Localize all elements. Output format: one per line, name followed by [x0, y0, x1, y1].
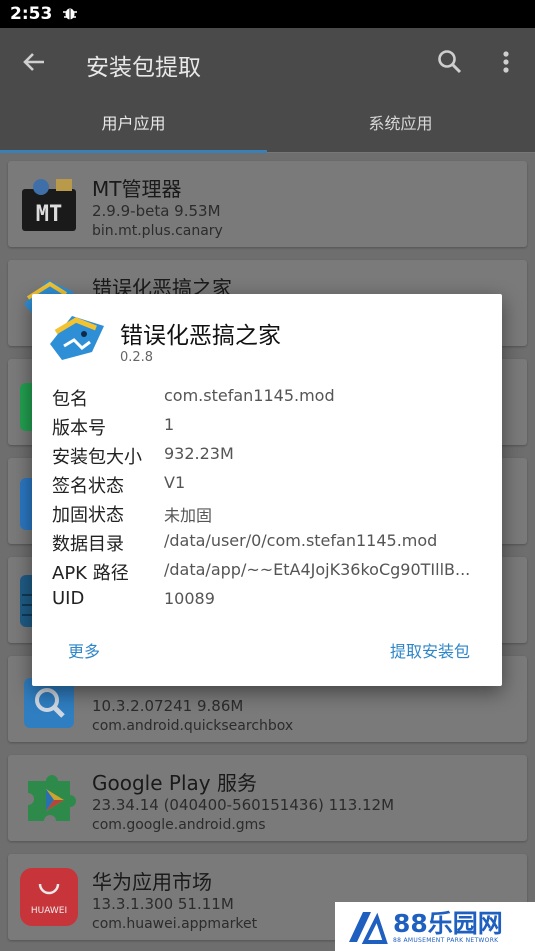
huawei-appgallery-icon: HUAWEI: [20, 868, 78, 926]
info-key: 数据目录: [52, 534, 124, 555]
app-version: 2.9.9-beta 9.53M: [92, 202, 221, 220]
huawei-icon-text: HUAWEI: [31, 906, 67, 916]
info-row-data-dir: 数据目录 /data/user/0/com.stefan1145.mod: [52, 530, 492, 559]
watermark: 88乐园网 88 AMUSEMENT PARK NETWORK: [335, 902, 535, 951]
app-package: bin.mt.plus.canary: [92, 223, 223, 239]
info-value[interactable]: com.stefan1145.mod: [164, 386, 484, 405]
extract-apk-button[interactable]: 提取安装包: [390, 638, 470, 662]
app-version: 13.3.1.300 51.11M: [92, 895, 234, 913]
info-key: 包名: [52, 389, 88, 410]
info-value[interactable]: 10089: [164, 589, 484, 608]
app-name: Google Play 服务: [92, 771, 257, 795]
app-version: 23.34.14 (040400-560151436) 113.12M: [92, 796, 395, 814]
mt-manager-icon: MT: [20, 175, 78, 233]
info-value[interactable]: /data/app/~~EtA4JojK36koCg90TIllB...: [164, 560, 484, 579]
info-row-version-code: 版本号 1: [52, 414, 492, 443]
info-value[interactable]: 932.23M: [164, 444, 484, 463]
info-value[interactable]: 1: [164, 415, 484, 434]
info-row-uid: UID 10089: [52, 588, 492, 617]
info-key: 安装包大小: [52, 447, 142, 468]
google-play-services-icon: [20, 769, 78, 827]
tab-system-apps[interactable]: 系统应用: [267, 96, 534, 152]
app-info-dialog: 错误化恶搞之家 0.2.8 包名 com.stefan1145.mod 版本号 …: [32, 294, 502, 686]
info-value[interactable]: 未加固: [164, 502, 484, 526]
app-name: 华为应用市场: [92, 870, 212, 894]
info-value[interactable]: /data/user/0/com.stefan1145.mod: [164, 531, 484, 550]
tab-bar: 用户应用 系统应用: [0, 96, 535, 152]
tab-user-apps[interactable]: 用户应用: [0, 96, 267, 152]
search-icon[interactable]: [434, 46, 466, 78]
info-key: 加固状态: [52, 505, 124, 526]
list-item[interactable]: Google Play 服务 23.34.14 (040400-56015143…: [8, 755, 527, 841]
more-button[interactable]: 更多: [68, 638, 100, 662]
info-key: 签名状态: [52, 476, 124, 497]
status-time: 2:53: [10, 4, 53, 24]
dialog-app-name: 错误化恶搞之家: [120, 323, 281, 349]
svg-text:MT: MT: [36, 202, 63, 227]
page-title: 安装包提取: [86, 55, 201, 81]
info-row-apk-size: 安装包大小 932.23M: [52, 443, 492, 472]
info-row-signature: 签名状态 V1: [52, 472, 492, 501]
arrow-back-icon[interactable]: [18, 46, 50, 78]
app-package: com.android.quicksearchbox: [92, 718, 294, 734]
app-version: 10.3.2.07241 9.86M: [92, 697, 244, 715]
bug-icon: [62, 4, 78, 24]
info-key: APK 路径: [52, 563, 129, 584]
dialog-app-version: 0.2.8: [120, 350, 154, 365]
info-key: UID: [52, 588, 85, 609]
app-package: com.huawei.appmarket: [92, 916, 258, 932]
app-name: MT管理器: [92, 177, 182, 201]
list-item[interactable]: MT MT管理器 2.9.9-beta 9.53M bin.mt.plus.ca…: [8, 161, 527, 247]
more-vert-icon[interactable]: [494, 46, 518, 78]
app-bar: 安装包提取: [0, 28, 535, 96]
info-value[interactable]: V1: [164, 473, 484, 492]
status-bar: 2:53: [0, 0, 535, 28]
watermark-text: 88乐园网: [393, 909, 503, 938]
watermark-logo-icon: [345, 908, 389, 946]
info-row-package: 包名 com.stefan1145.mod: [52, 385, 492, 414]
app-package: com.google.android.gms: [92, 817, 266, 833]
info-row-apk-path: APK 路径 /data/app/~~EtA4JojK36koCg90TIllB…: [52, 559, 492, 588]
watermark-subtext: 88 AMUSEMENT PARK NETWORK: [393, 937, 499, 944]
fnf-icon: [46, 310, 108, 366]
info-row-protection: 加固状态 未加固: [52, 501, 492, 530]
info-key: 版本号: [52, 418, 106, 439]
